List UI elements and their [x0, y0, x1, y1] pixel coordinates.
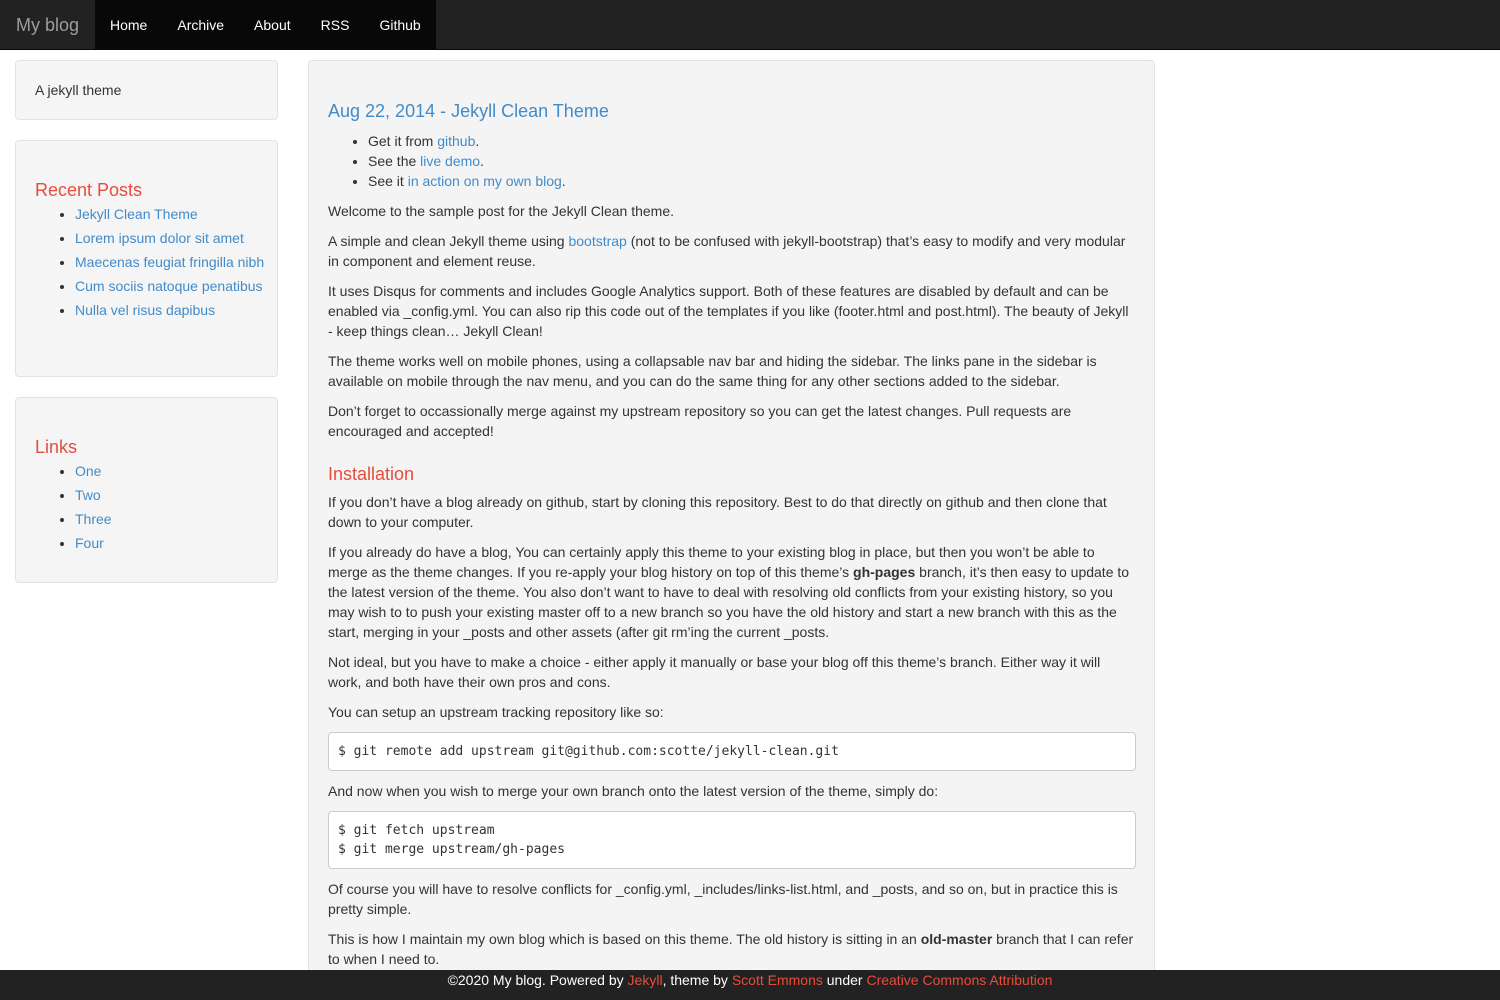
paragraph: Of course you will have to resolve confl… — [328, 881, 1118, 917]
list-item: Cum sociis natoque penatibus — [75, 279, 275, 293]
recent-posts-list: Jekyll Clean Theme Lorem ipsum dolor sit… — [35, 207, 275, 327]
license-link[interactable]: Creative Commons Attribution — [866, 972, 1052, 988]
list-item: Maecenas feugiat fringilla nibh — [75, 255, 275, 269]
author-link[interactable]: Scott Emmons — [732, 972, 823, 988]
paragraph: And now when you wish to merge your own … — [328, 783, 939, 799]
paragraph: A simple and clean Jekyll theme using bo… — [328, 231, 1136, 271]
code-block: $ git remote add upstream git@github.com… — [328, 732, 1136, 771]
paragraph: This is how I maintain my own blog which… — [328, 929, 1136, 969]
bullet-text: Get it from — [368, 133, 438, 149]
recent-post-link[interactable]: Maecenas feugiat fringilla nibh — [75, 254, 264, 270]
post-article: Aug 22, 2014 - Jekyll Clean Theme Get it… — [328, 99, 1136, 979]
list-item: See the live demo. — [368, 151, 1136, 171]
nav-rss[interactable]: RSS — [306, 0, 365, 50]
nav-github[interactable]: Github — [364, 0, 435, 50]
list-item: Four — [75, 536, 275, 550]
tagline-panel: A jekyll theme — [15, 60, 278, 120]
bullet-text: See the — [368, 153, 421, 169]
github-link[interactable]: github — [437, 133, 475, 149]
own-blog-link[interactable]: in action on my own blog — [408, 173, 562, 189]
post-title-link[interactable]: Aug 22, 2014 - Jekyll Clean Theme — [328, 101, 609, 121]
paragraph: Don’t forget to occassionally merge agai… — [328, 403, 1072, 439]
paragraph-text: A simple and clean Jekyll theme using — [328, 233, 569, 249]
footer-text: , theme by — [662, 972, 732, 988]
list-item: Jekyll Clean Theme — [75, 207, 275, 221]
list-item: Lorem ipsum dolor sit amet — [75, 231, 275, 245]
recent-post-link[interactable]: Jekyll Clean Theme — [75, 206, 198, 222]
brand-link[interactable]: My blog — [0, 0, 95, 50]
recent-posts-panel: Recent Posts Jekyll Clean Theme Lorem ip… — [15, 140, 278, 377]
bold-text: old-master — [920, 931, 993, 947]
footer-text: ©2020 My blog. Powered by — [447, 972, 628, 988]
bullet-text: See it — [368, 173, 408, 189]
installation-heading: Installation — [328, 464, 415, 484]
sidebar-link[interactable]: Two — [75, 487, 101, 503]
nav-home[interactable]: Home — [95, 0, 162, 50]
footer: ©2020 My blog. Powered by Jekyll, theme … — [0, 970, 1500, 1000]
paragraph-text: This is how I maintain my own blog which… — [328, 931, 921, 947]
links-heading: Links — [35, 437, 78, 457]
sidebar-link[interactable]: One — [75, 463, 101, 479]
post-title: Aug 22, 2014 - Jekyll Clean Theme — [328, 99, 1136, 123]
links-panel: Links One Two Three Four — [15, 397, 278, 583]
bullet-text: . — [480, 153, 484, 169]
list-item: Two — [75, 488, 275, 502]
recent-post-link[interactable]: Nulla vel risus dapibus — [75, 302, 215, 318]
list-item: See it in action on my own blog. — [368, 171, 1136, 191]
sidebar-link[interactable]: Four — [75, 535, 104, 551]
paragraph: Not ideal, but you have to make a choice… — [328, 654, 1101, 690]
list-item: Get it from github. — [368, 131, 1136, 151]
paragraph: It uses Disqus for comments and includes… — [328, 283, 1129, 339]
bullet-text: . — [561, 173, 566, 189]
nav-links: Home Archive About RSS Github — [95, 0, 436, 50]
recent-posts-heading: Recent Posts — [35, 180, 143, 200]
tagline: A jekyll theme — [35, 82, 122, 98]
paragraph: You can setup an upstream tracking repos… — [328, 704, 664, 720]
recent-post-link[interactable]: Cum sociis natoque penatibus — [75, 278, 263, 294]
post-bullets: Get it from github. See the live demo. S… — [328, 131, 1136, 191]
code-block: $ git fetch upstream $ git merge upstrea… — [328, 811, 1136, 869]
bullet-text: . — [475, 133, 480, 149]
jekyll-link[interactable]: Jekyll — [628, 972, 663, 988]
live-demo-link[interactable]: live demo — [420, 153, 480, 169]
paragraph: If you don’t have a blog already on gith… — [328, 494, 1107, 530]
nav-archive[interactable]: Archive — [162, 0, 239, 50]
list-item: Nulla vel risus dapibus — [75, 303, 275, 317]
list-item: Three — [75, 512, 275, 526]
bootstrap-link[interactable]: bootstrap — [568, 233, 626, 249]
paragraph: If you already do have a blog, You can c… — [328, 542, 1136, 642]
recent-post-link[interactable]: Lorem ipsum dolor sit amet — [75, 230, 244, 246]
post-panel: Aug 22, 2014 - Jekyll Clean Theme Get it… — [308, 60, 1155, 1000]
sidebar-link[interactable]: Three — [75, 511, 112, 527]
footer-text: under — [822, 972, 867, 988]
bold-text: gh-pages — [853, 564, 916, 580]
navbar: My blog Home Archive About RSS Github — [0, 0, 1500, 50]
nav-about[interactable]: About — [239, 0, 306, 50]
paragraph: Welcome to the sample post for the Jekyl… — [328, 203, 675, 219]
paragraph: The theme works well on mobile phones, u… — [328, 353, 1097, 389]
links-list: One Two Three Four — [35, 464, 275, 560]
list-item: One — [75, 464, 275, 478]
